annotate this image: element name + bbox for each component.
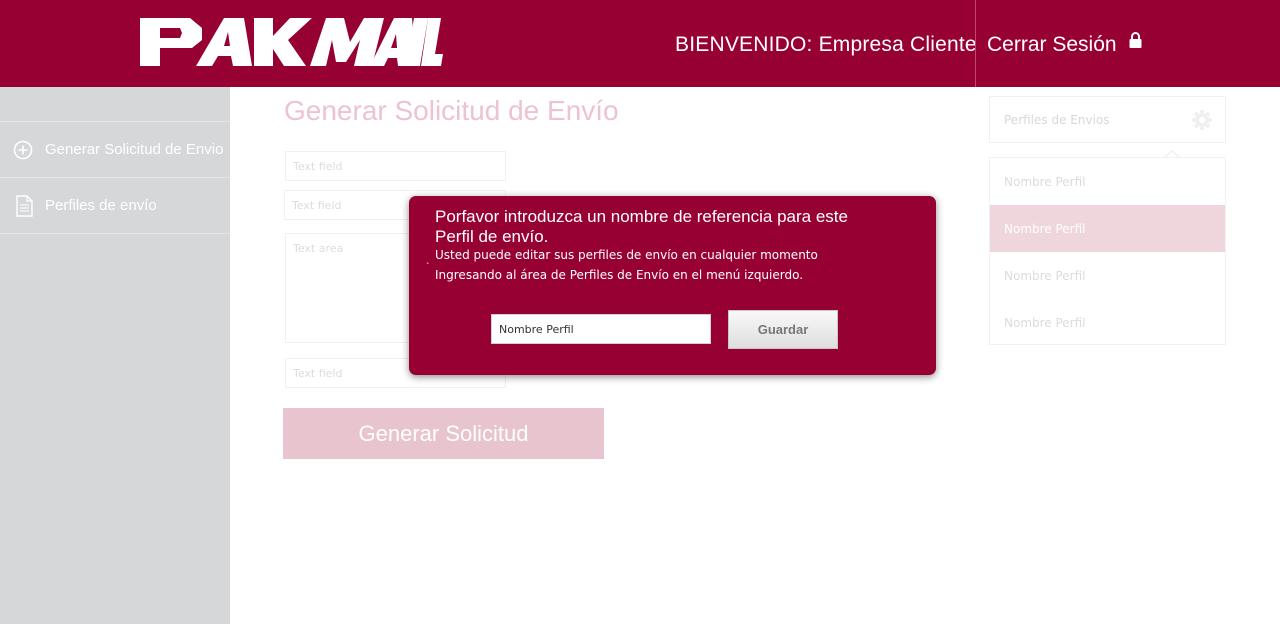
modal-desc-line-1: Usted puede editar sus perfiles de envío… — [435, 248, 818, 262]
profile-item[interactable]: Nombre Perfil — [990, 252, 1225, 299]
profile-item-active[interactable]: Nombre Perfil — [990, 205, 1225, 252]
profiles-panel-header[interactable]: Perfiles de Envios — [989, 96, 1226, 143]
modal-description: Usted puede editar sus perfiles de envío… — [435, 245, 905, 285]
profile-name-input[interactable] — [491, 314, 711, 344]
lock-icon — [1129, 30, 1142, 54]
welcome-label: BIENVENIDO: — [675, 33, 813, 56]
text-field-1[interactable]: Text field — [285, 151, 506, 181]
gear-icon[interactable] — [1191, 109, 1213, 134]
logout-label: Cerrar Sesión — [987, 33, 1117, 56]
page-title: Generar Solicitud de Envío — [284, 95, 619, 126]
logo-graphic — [140, 18, 443, 66]
add-circle-icon — [13, 140, 33, 160]
sidebar-divider — [0, 233, 230, 234]
sidebar-item-perfiles[interactable]: Perfiles de envío — [0, 177, 230, 233]
sidebar-item-label: Generar Solicitud de Envio — [45, 141, 224, 158]
header-bar: BIENVENIDO: Empresa Cliente Cerrar Sesión — [0, 0, 1280, 87]
header-divider — [975, 0, 976, 87]
profile-item[interactable]: Nombre Perfil — [990, 158, 1225, 205]
modal-stray-mark: ` — [426, 262, 430, 273]
profiles-list: Nombre Perfil Nombre Perfil Nombre Perfi… — [989, 157, 1226, 345]
sidebar: Generar Solicitud de Envio Perfiles de e… — [0, 87, 230, 624]
modal-title: Porfavor introduzca un nombre de referen… — [435, 207, 848, 246]
profile-item[interactable]: Nombre Perfil — [990, 299, 1225, 346]
user-name: Empresa Cliente — [818, 33, 977, 56]
save-button[interactable]: Guardar — [728, 310, 838, 349]
modal-desc-line-2: Ingresando al área de Perfiles de Envío … — [435, 268, 804, 282]
welcome-text: BIENVENIDO: Empresa Cliente — [675, 33, 977, 57]
generar-solicitud-button[interactable]: Generar Solicitud — [283, 408, 604, 459]
profile-name-modal: Porfavor introduzca un nombre de referen… — [409, 196, 936, 375]
sidebar-item-label: Perfiles de envío — [45, 197, 157, 214]
logout-button[interactable]: Cerrar Sesión — [987, 30, 1142, 57]
sidebar-item-generar-solicitud[interactable]: Generar Solicitud de Envio — [0, 121, 230, 177]
profiles-header-label: Perfiles de Envios — [1004, 113, 1110, 127]
document-icon — [16, 194, 33, 217]
pakmail-logo[interactable] — [140, 18, 443, 66]
